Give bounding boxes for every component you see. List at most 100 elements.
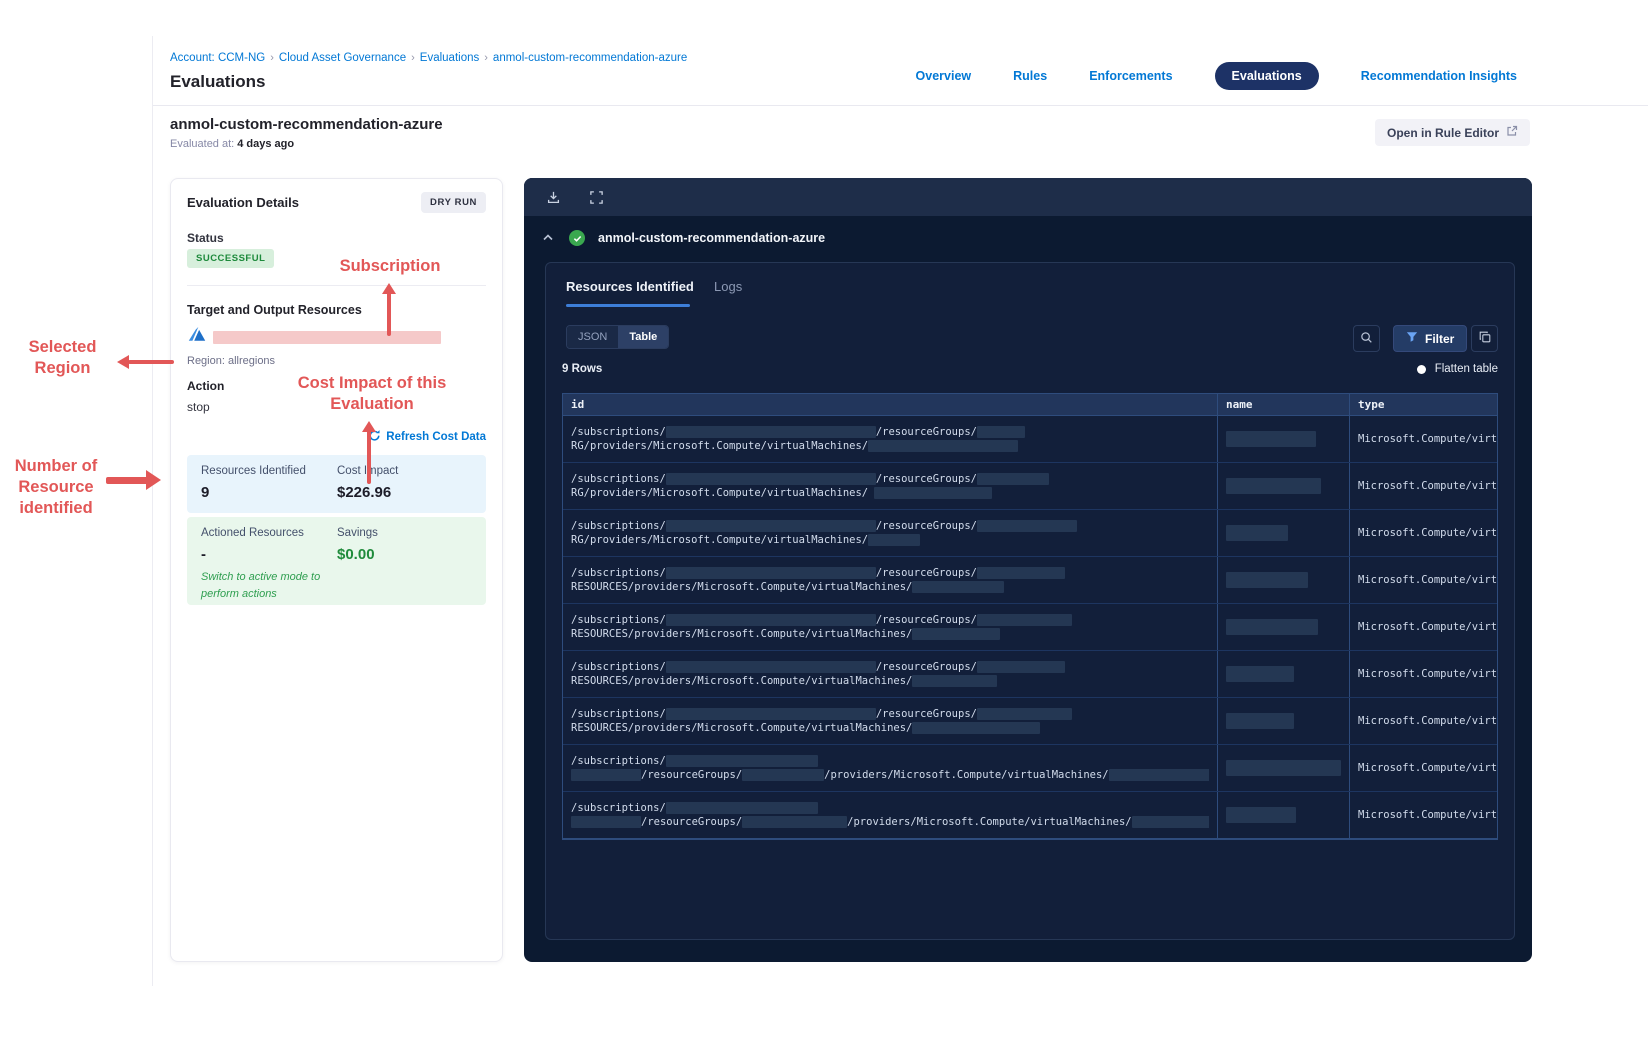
name-cell [1217,463,1349,509]
name-cell [1217,416,1349,462]
subscription-arrow-line [387,292,391,336]
redacted-value [665,426,876,438]
id-cell: /subscriptions//resourceGroups/RESOURCES… [563,557,1217,603]
search-button[interactable] [1353,325,1380,352]
redacted-value [976,614,1072,626]
results-panel: anmol-custom-recommendation-azure Resour… [524,178,1532,962]
annotation-selected-region: Selected Region [28,338,97,378]
name-cell [1217,557,1349,603]
tab-resources-identified[interactable]: Resources Identified [566,279,694,294]
name-cell [1217,698,1349,744]
actioned-resources-label: Actioned Resources [201,527,304,539]
type-cell: Microsoft.Compute/virtu [1349,604,1497,650]
nav-tab-recommendation-insights[interactable]: Recommendation Insights [1361,69,1517,83]
table-row[interactable]: /subscriptions//resourceGroups//provider… [563,792,1497,839]
id-cell: /subscriptions//resourceGroups/RESOURCES… [563,651,1217,697]
open-rule-editor-label: Open in Rule Editor [1387,125,1500,140]
type-cell: Microsoft.Compute/virtu [1349,463,1497,509]
id-cell: /subscriptions//resourceGroups/RESOURCES… [563,604,1217,650]
table-row[interactable]: /subscriptions//resourceGroups/RG/provid… [563,510,1497,557]
annotation-cost-impact: Cost Impact of this Evaluation [297,374,447,414]
redacted-value [665,614,876,626]
redacted-value [1226,431,1316,447]
action-label: Action [187,379,225,393]
region-value: Region: allregions [187,355,276,367]
cost-impact-value: $226.96 [337,484,392,501]
id-cell: /subscriptions//resourceGroups//provider… [563,745,1217,791]
cost-impact-arrow-line [367,430,371,484]
id-cell: /subscriptions//resourceGroups/RG/provid… [563,510,1217,556]
header-divider [153,105,1648,106]
nav-tab-rules[interactable]: Rules [1013,69,1047,83]
breadcrumb-cloud-asset-governance[interactable]: Cloud Asset Governance [279,52,406,64]
target-resources-heading: Target and Output Resources [187,303,362,317]
breadcrumb-current[interactable]: anmol-custom-recommendation-azure [493,52,687,64]
redacted-value [665,708,876,720]
copy-button[interactable] [1471,325,1498,352]
id-cell: /subscriptions//resourceGroups/RG/provid… [563,463,1217,509]
content-left-border [152,36,153,986]
resource-count-arrow-line [106,477,148,484]
table-row[interactable]: /subscriptions//resourceGroups/RESOURCES… [563,557,1497,604]
download-icon[interactable] [544,188,563,207]
redacted-value [868,534,921,546]
redacted-value [665,567,876,579]
redacted-value [1131,816,1209,828]
breadcrumb-account[interactable]: Account: CCM-NG [170,52,265,64]
filter-funnel-icon [1406,331,1418,346]
redacted-value [976,708,1072,720]
savings-value: $0.00 [337,546,375,563]
refresh-cost-data-label: Refresh Cost Data [386,431,486,443]
fullscreen-icon[interactable] [587,188,606,207]
status-badge: SUCCESSFUL [187,249,275,268]
toggle-table[interactable]: Table [618,326,669,348]
tab-logs[interactable]: Logs [714,279,742,294]
type-cell: Microsoft.Compute/virtu [1349,698,1497,744]
breadcrumb-evaluations[interactable]: Evaluations [420,52,479,64]
annotation-resource-count: Number of Resource identified [14,457,98,518]
dry-run-badge: DRY RUN [421,192,486,213]
filter-button[interactable]: Filter [1393,325,1468,352]
table-row[interactable]: /subscriptions//resourceGroups/RESOURCES… [563,698,1497,745]
rows-count: 9 Rows [562,363,603,375]
savings-label: Savings [337,527,378,539]
table-row[interactable]: /subscriptions//resourceGroups/RESOURCES… [563,604,1497,651]
evaluated-at: Evaluated at: 4 days ago [170,138,294,150]
breadcrumb-separator: › [411,52,415,64]
id-cell: /subscriptions//resourceGroups//provider… [563,792,1217,838]
open-rule-editor-button[interactable]: Open in Rule Editor [1375,119,1531,146]
chevron-up-icon[interactable] [540,230,556,246]
results-table-header: id name type [563,394,1497,416]
redacted-value [665,473,876,485]
table-row[interactable]: /subscriptions//resourceGroups//provider… [563,745,1497,792]
refresh-cost-data-link[interactable]: Refresh Cost Data [368,429,486,445]
results-table-body: /subscriptions//resourceGroups/RG/provid… [563,416,1497,839]
resources-identified-value: 9 [201,484,210,501]
name-cell [1217,651,1349,697]
column-id: id [571,398,585,411]
name-cell [1217,604,1349,650]
flatten-table-toggle[interactable]: Flatten table [1416,363,1498,375]
table-row[interactable]: /subscriptions//resourceGroups/RG/provid… [563,463,1497,510]
annotation-subscription: Subscription [339,257,441,275]
nav-tab-overview[interactable]: Overview [916,69,972,83]
redacted-value [912,628,1001,640]
azure-icon [187,325,207,350]
nav-tab-enforcements[interactable]: Enforcements [1089,69,1172,83]
redacted-value [1226,619,1318,635]
id-cell: /subscriptions//resourceGroups/RG/provid… [563,416,1217,462]
type-cell: Microsoft.Compute/virtu [1349,416,1497,462]
type-cell: Microsoft.Compute/virtu [1349,510,1497,556]
view-mode-toggle: JSON Table [566,325,670,349]
nav-tab-evaluations[interactable]: Evaluations [1214,62,1319,90]
name-cell [1217,510,1349,556]
flatten-table-label: Flatten table [1434,363,1498,375]
type-cell: Microsoft.Compute/virtu [1349,557,1497,603]
redacted-value [742,816,848,828]
id-cell: /subscriptions//resourceGroups/RESOURCES… [563,698,1217,744]
redacted-value [912,722,1041,734]
table-row[interactable]: /subscriptions//resourceGroups/RG/provid… [563,416,1497,463]
toggle-json[interactable]: JSON [567,326,619,348]
table-row[interactable]: /subscriptions//resourceGroups/RESOURCES… [563,651,1497,698]
name-cell [1217,792,1349,838]
